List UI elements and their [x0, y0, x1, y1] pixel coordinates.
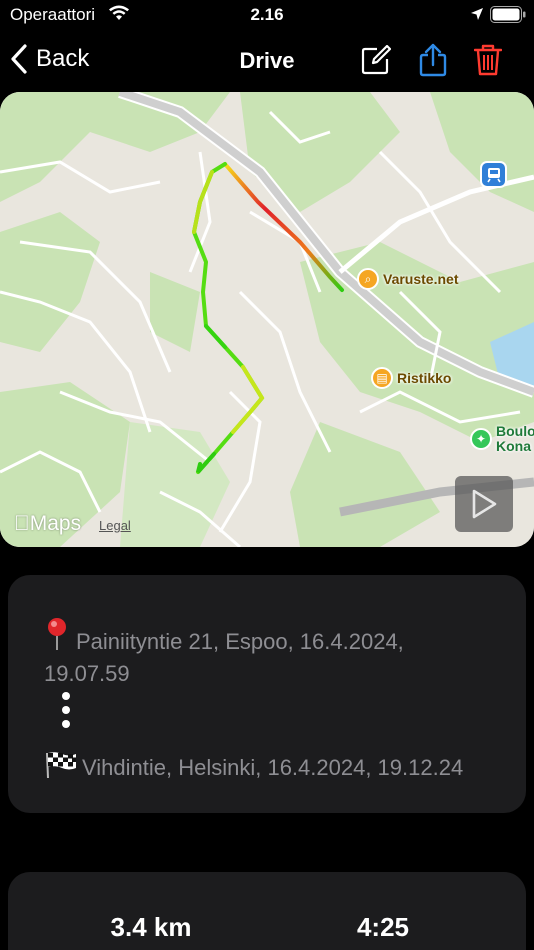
store-icon: ⌕ — [357, 268, 379, 290]
end-text: Vihdintie, Helsinki, 16.4.2024, 19.12.24 — [82, 755, 464, 780]
start-text: Painiityntie 21, Espoo, 16.4.2024, 19.07… — [44, 629, 404, 686]
trash-icon[interactable] — [474, 44, 502, 76]
status-time: 2.16 — [250, 5, 284, 24]
status-bar: Operaattori 2.16 — [0, 0, 534, 30]
route-map[interactable]: ⌕ Varuste.net ▤ Ristikko ✦ Boulo Kona M… — [0, 92, 534, 547]
poi-boulo-kona[interactable]: ✦ Boulo Kona — [470, 424, 534, 454]
distance-value: 3.4 km — [110, 912, 192, 942]
pushpin-icon — [48, 618, 66, 650]
poi-varuste[interactable]: ⌕ Varuste.net — [357, 268, 458, 290]
poi-label: Ristikko — [397, 370, 452, 386]
duration-value: 4:25 — [356, 912, 410, 942]
edit-icon[interactable] — [361, 45, 391, 75]
battery-icon — [490, 6, 526, 23]
location-arrow-icon — [471, 8, 483, 20]
play-button[interactable] — [455, 476, 513, 532]
page-title: Drive — [239, 48, 295, 73]
poi-ristikko[interactable]: ▤ Ristikko — [371, 367, 451, 389]
restaurant-icon: ▤ — [371, 367, 393, 389]
train-icon — [480, 161, 507, 188]
start-location: Painiityntie 21, Espoo, 16.4.2024, 19.07… — [44, 615, 494, 690]
map-background — [0, 92, 534, 547]
route-card: Painiityntie 21, Espoo, 16.4.2024, 19.07… — [8, 575, 526, 813]
poi-label: Boulo Kona — [496, 423, 534, 454]
play-icon — [472, 489, 497, 519]
checkered-flag-icon — [46, 752, 76, 779]
legal-link[interactable]: Legal — [99, 518, 131, 533]
navigation-bar: Back Drive — [0, 30, 534, 92]
stats-card: 3.4 km 4:25 — [8, 872, 526, 950]
end-location: Vihdintie, Helsinki, 16.4.2024, 19.12.24 — [44, 747, 514, 784]
vertical-ellipsis-icon — [62, 692, 70, 728]
train-station-marker[interactable] — [480, 161, 507, 188]
climbing-icon: ✦ — [470, 428, 492, 450]
share-icon[interactable] — [419, 43, 447, 77]
apple-logo-icon:  — [14, 512, 30, 535]
poi-label: Varuste.net — [383, 271, 459, 287]
apple-maps-logo: Maps — [14, 512, 81, 535]
